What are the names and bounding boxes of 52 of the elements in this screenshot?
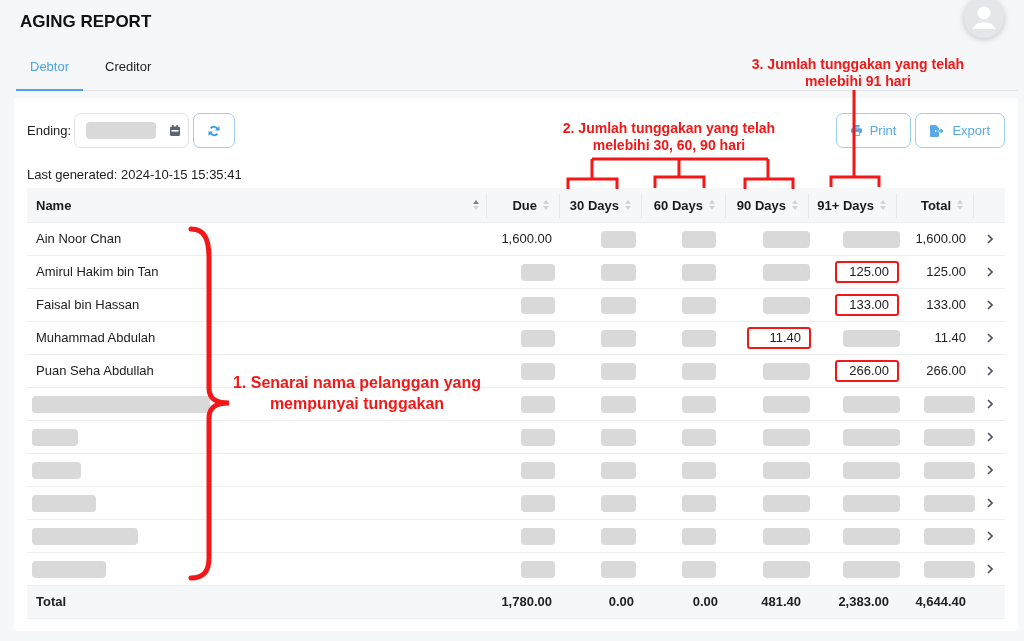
total-value: 0.00: [692, 594, 718, 610]
chevron-right-icon[interactable]: [986, 234, 993, 244]
column-header[interactable]: Name: [27, 192, 486, 218]
last-generated-text: Last generated: 2024-10-15 15:35:41: [27, 167, 243, 183]
tab[interactable]: Creditor: [91, 48, 166, 91]
chevron-right-icon[interactable]: [986, 498, 993, 508]
highlighted-amount: 125.00: [835, 261, 899, 283]
ending-label: Ending:: [27, 123, 72, 138]
chevron-right-icon[interactable]: [986, 465, 993, 475]
customer-name: Puan Seha Abdullah: [36, 363, 154, 379]
annotation-text: 3. Jumlah tunggakan yang telah melebihi 91 hari: [750, 56, 966, 90]
column-header[interactable]: 60 Days: [642, 192, 725, 218]
total-value: 2,383.00: [838, 594, 889, 610]
amount-value: 1,600.00: [915, 231, 966, 247]
total-value: 481.40: [761, 594, 801, 610]
highlighted-amount: 133.00: [835, 294, 899, 316]
customer-name: Faisal bin Hassan: [36, 297, 140, 313]
total-label: Total: [36, 594, 67, 610]
chevron-right-icon[interactable]: [986, 399, 993, 409]
customer-name: Muhammad Abdulah: [36, 330, 156, 346]
refresh-icon: [208, 124, 221, 137]
column-header[interactable]: 30 Days: [560, 192, 641, 218]
column-header[interactable]: 90 Days: [726, 192, 808, 218]
total-value: 0.00: [608, 594, 634, 610]
customer-name: Amirul Hakim bin Tan: [36, 264, 159, 280]
amount-value: 125.00: [926, 264, 966, 280]
column-header[interactable]: 91+ Days: [809, 192, 896, 218]
column-header[interactable]: Total: [897, 192, 973, 218]
page-title: AGING REPORT: [20, 12, 152, 32]
total-value: 1,780.00: [501, 594, 552, 610]
amount-value: 133.00: [926, 297, 966, 313]
amount-value: 1,600.00: [501, 231, 552, 247]
chevron-right-icon[interactable]: [986, 531, 993, 541]
chevron-right-icon[interactable]: [986, 300, 993, 310]
chevron-right-icon[interactable]: [986, 333, 993, 343]
customer-name: Ain Noor Chan: [36, 231, 122, 247]
calendar-icon: [170, 125, 181, 136]
file-arrow-icon: [930, 124, 945, 137]
printer-icon: [850, 125, 862, 136]
amount-value: 11.40: [934, 330, 966, 346]
column-header[interactable]: Due: [487, 192, 559, 218]
annotation-text: 1. Senarai nama pelanggan yang mempunyai tunggakan: [231, 373, 483, 414]
amount-value: 266.00: [926, 363, 966, 379]
highlighted-amount: 11.40: [747, 327, 811, 349]
chevron-right-icon[interactable]: [986, 564, 993, 574]
highlighted-amount: 266.00: [835, 360, 899, 382]
total-value: 4,644.40: [915, 594, 966, 610]
date-field[interactable]: [74, 113, 190, 148]
chevron-right-icon[interactable]: [986, 267, 993, 277]
annotation-text: 2. Jumlah tunggakan yang telah melebihi 30, 60, 90 hari: [561, 120, 777, 154]
chevron-right-icon[interactable]: [986, 432, 993, 442]
chevron-right-icon[interactable]: [986, 366, 993, 376]
